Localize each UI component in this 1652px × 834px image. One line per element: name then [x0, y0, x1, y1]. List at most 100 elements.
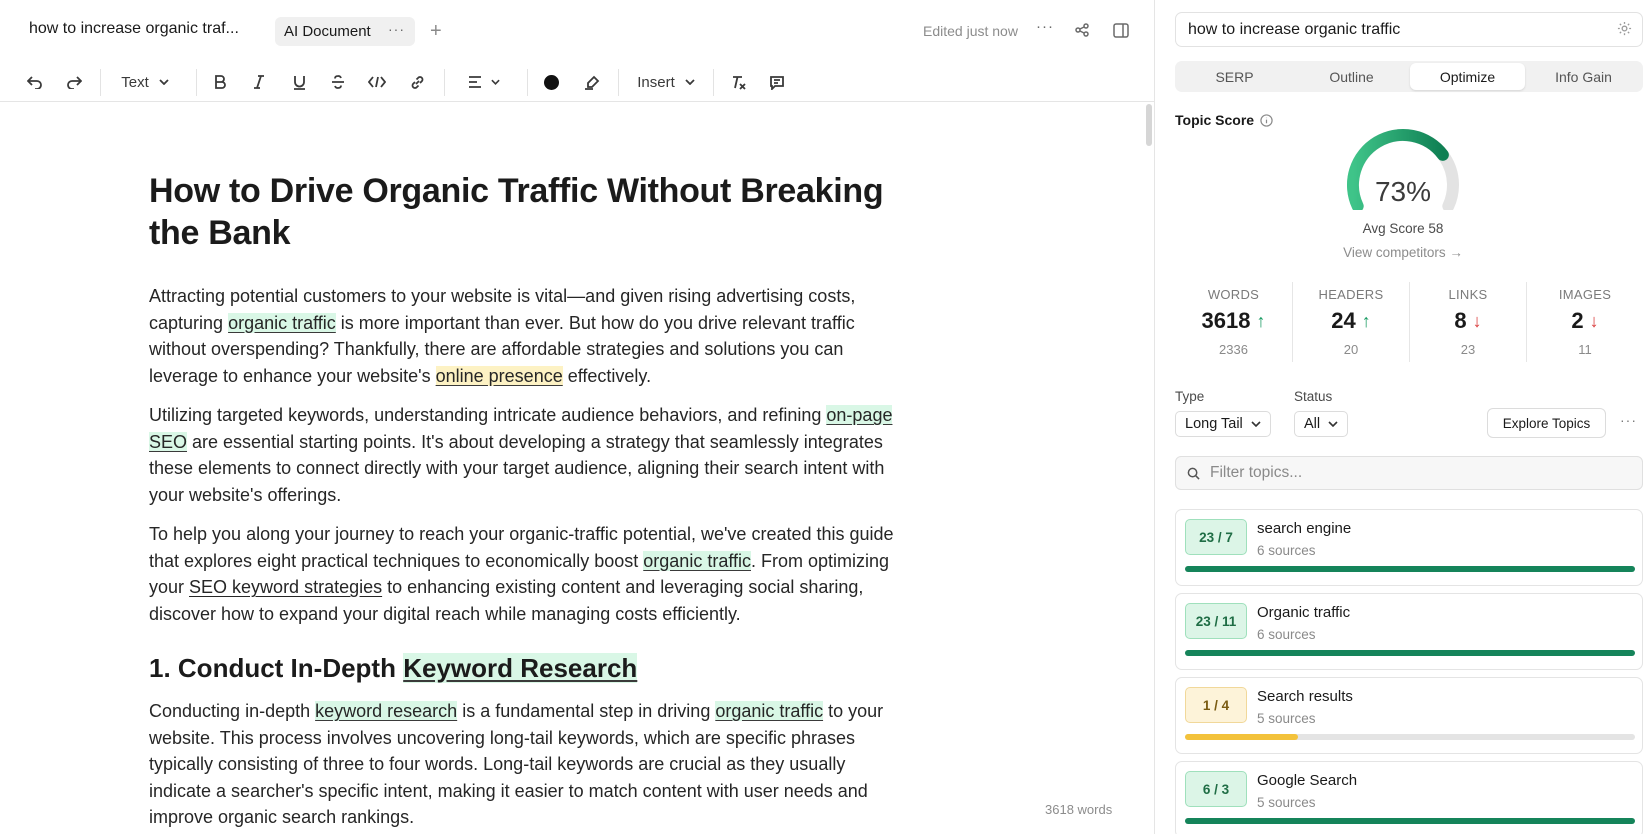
topic-sources: 6 sources — [1257, 627, 1316, 642]
more-options-icon[interactable]: ··· — [1036, 18, 1054, 35]
topic-sources: 5 sources — [1257, 795, 1316, 810]
inline-link[interactable]: SEO keyword strategies — [189, 577, 382, 597]
type-select[interactable]: Long Tail — [1175, 411, 1271, 437]
toggle-sidebar-icon[interactable] — [1113, 23, 1129, 43]
tab-optimize[interactable]: Optimize — [1410, 63, 1525, 90]
chevron-down-icon — [491, 79, 500, 85]
topic-progress-bar — [1185, 734, 1635, 740]
topic-card[interactable]: 23 / 7 search engine 6 sources — [1175, 509, 1643, 586]
paragraph: Conducting in-depth keyword research is … — [149, 701, 884, 827]
tab-outline[interactable]: Outline — [1294, 63, 1409, 90]
topic-progress-fill — [1185, 818, 1635, 824]
topic-highlight[interactable]: organic traffic — [228, 312, 336, 333]
document-header: how to increase organic traf... AI Docum… — [0, 0, 1155, 62]
topic-count-badge: 23 / 7 — [1185, 519, 1247, 555]
paragraph: To help you along your journey to reach … — [149, 524, 894, 624]
tab-info-gain[interactable]: Info Gain — [1526, 63, 1641, 90]
chevron-down-icon — [685, 79, 695, 85]
info-icon[interactable] — [1260, 113, 1273, 127]
topic-highlight[interactable]: organic traffic — [715, 701, 824, 721]
filter-placeholder: Filter topics... — [1210, 464, 1303, 481]
formatting-toolbar: Text Insert — [0, 62, 1155, 102]
edited-status: Edited just now — [923, 23, 1018, 39]
code-icon[interactable] — [366, 68, 388, 96]
topic-count-badge: 1 / 4 — [1185, 687, 1247, 723]
arrow-down-icon: ↓ — [1589, 310, 1599, 331]
align-dropdown[interactable] — [464, 68, 504, 96]
underline-icon[interactable] — [288, 68, 310, 96]
content-stats: WORDS 3618 ↑ 2336 HEADERS 24 ↑ 20 LINKS 8 ↓… — [1175, 282, 1643, 362]
filter-topics-input[interactable]: Filter topics... — [1175, 456, 1643, 490]
topic-highlight[interactable]: online presence — [435, 365, 563, 386]
bold-icon[interactable] — [209, 68, 231, 96]
insert-dropdown[interactable]: Insert — [633, 68, 699, 96]
section-heading: 1. Conduct In-Depth Keyword Research — [149, 653, 638, 683]
comment-icon[interactable] — [766, 68, 788, 96]
text-style-label: Text — [121, 73, 149, 91]
topic-highlight[interactable]: organic traffic — [643, 550, 751, 571]
tab-menu-icon[interactable]: ··· — [388, 21, 405, 37]
redo-icon[interactable] — [63, 68, 85, 96]
paragraph: Utilizing targeted keywords, understandi… — [149, 405, 893, 505]
toolbar-divider — [196, 69, 197, 96]
toolbar-divider — [100, 69, 101, 96]
topic-card[interactable]: 6 / 3 Google Search 5 sources — [1175, 761, 1643, 834]
toolbar-divider — [713, 69, 714, 96]
query-text: how to increase organic traffic — [1188, 20, 1401, 38]
sidebar-tabs: SERP Outline Optimize Info Gain — [1175, 61, 1643, 92]
insert-label: Insert — [637, 73, 675, 91]
topic-card[interactable]: 23 / 11 Organic traffic 6 sources — [1175, 593, 1643, 670]
stat-links: LINKS 8 ↓ 23 — [1409, 282, 1526, 362]
topic-score-heading: Topic Score — [1175, 112, 1273, 128]
document-body[interactable]: How to Drive Organic Traffic Without Bre… — [149, 170, 909, 831]
topic-sources: 5 sources — [1257, 711, 1316, 726]
add-tab-icon[interactable]: + — [430, 18, 442, 44]
share-icon[interactable] — [1075, 23, 1089, 42]
editor-pane: how to increase organic traf... AI Docum… — [0, 0, 1155, 834]
topic-card[interactable]: 1 / 4 Search results 5 sources — [1175, 677, 1643, 754]
tab-serp[interactable]: SERP — [1177, 63, 1292, 90]
status-select[interactable]: All — [1294, 411, 1349, 437]
stat-headers: HEADERS 24 ↑ 20 — [1292, 282, 1409, 362]
topic-highlight[interactable]: Keyword Research — [403, 653, 638, 683]
view-competitors-link[interactable]: View competitors → — [1321, 245, 1485, 260]
topic-progress-fill — [1185, 566, 1635, 572]
topic-progress-bar — [1185, 818, 1635, 824]
topic-sources: 6 sources — [1257, 543, 1316, 558]
optimizer-sidebar: how to increase organic traffic SERP Out… — [1156, 0, 1652, 834]
editor-scrollbar[interactable] — [1146, 104, 1152, 146]
italic-icon[interactable] — [248, 68, 270, 96]
chevron-down-icon — [159, 79, 169, 85]
link-icon[interactable] — [406, 68, 428, 96]
strikethrough-icon[interactable] — [327, 68, 349, 96]
text-style-dropdown[interactable]: Text — [114, 68, 176, 96]
topic-count-badge: 6 / 3 — [1185, 771, 1247, 807]
query-field[interactable]: how to increase organic traffic — [1175, 12, 1643, 47]
topic-count-badge: 23 / 11 — [1185, 603, 1247, 639]
topic-name: Organic traffic — [1257, 604, 1351, 621]
clear-formatting-icon[interactable] — [728, 68, 750, 96]
explore-topics-button[interactable]: Explore Topics — [1487, 408, 1606, 438]
stat-words: WORDS 3618 ↑ 2336 — [1201, 287, 1266, 357]
type-label: Type — [1175, 389, 1205, 404]
topic-progress-fill — [1185, 734, 1298, 740]
ai-document-tab[interactable]: AI Document ··· — [275, 17, 415, 46]
arrow-down-icon: ↓ — [1472, 310, 1482, 331]
arrow-up-icon: ↑ — [1361, 310, 1371, 331]
text-color-icon[interactable] — [541, 68, 561, 96]
chevron-down-icon — [1328, 421, 1338, 427]
toolbar-divider — [618, 69, 619, 96]
search-icon — [1187, 467, 1200, 480]
topic-name: search engine — [1257, 520, 1352, 537]
highlight-icon[interactable] — [581, 68, 603, 96]
arrow-up-icon: ↑ — [1256, 310, 1266, 331]
document-title-tab[interactable]: how to increase organic traf... — [29, 20, 239, 38]
toolbar-divider — [527, 69, 528, 96]
topic-progress-fill — [1185, 650, 1635, 656]
more-options-icon[interactable]: ··· — [1620, 412, 1637, 428]
undo-icon[interactable] — [24, 68, 46, 96]
topic-progress-bar — [1185, 650, 1635, 656]
status-label: Status — [1294, 389, 1333, 404]
gear-icon[interactable] — [1617, 21, 1632, 36]
topic-highlight[interactable]: keyword research — [315, 701, 458, 721]
